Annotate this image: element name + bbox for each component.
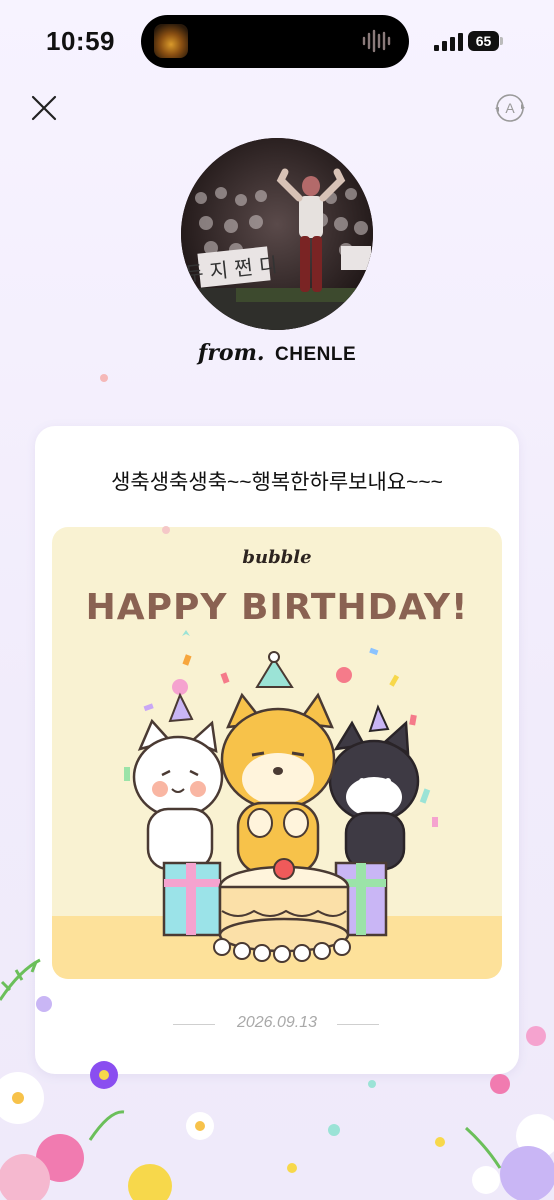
message-date: 2026.09.13 <box>236 1014 318 1031</box>
date-divider-right <box>337 1024 379 1025</box>
translate-icon[interactable]: A <box>494 92 526 124</box>
date-row: 2026.09.13 <box>35 1014 519 1034</box>
sender-avatar[interactable]: 두 지 쩐 디 <box>181 138 373 330</box>
close-icon[interactable] <box>28 92 60 124</box>
shiba-dog <box>220 651 336 875</box>
svg-text:A: A <box>505 100 515 116</box>
from-label: from. <box>197 340 265 366</box>
birthday-card-image[interactable]: bubble HAPPY BIRTHDAY! <box>52 527 502 979</box>
white-cat <box>132 692 224 871</box>
message-text: 생축생축생축~~행복한하루보내요~~~ <box>111 471 443 494</box>
audio-wave-icon <box>362 29 391 53</box>
battery-icon: 65 <box>468 31 504 51</box>
status-bar: 10:59 65 <box>0 0 554 80</box>
status-time: 10:59 <box>46 26 115 56</box>
now-playing-thumbnail <box>154 24 188 58</box>
birthday-cake <box>213 858 351 963</box>
sender-name: CHENLE <box>275 344 357 365</box>
sender-row: from. CHENLE <box>0 340 554 366</box>
message-card: 생축생축생축~~행복한하루보내요~~~ bubble HAPPY BIRTHDA… <box>35 426 519 1074</box>
battery-level: 65 <box>468 31 499 51</box>
concert-photo: 두 지 쩐 디 <box>181 138 373 330</box>
black-cat <box>328 704 420 871</box>
cellular-signal-icon <box>434 33 463 51</box>
dynamic-island[interactable] <box>141 15 409 68</box>
birthday-illustration <box>124 630 438 963</box>
